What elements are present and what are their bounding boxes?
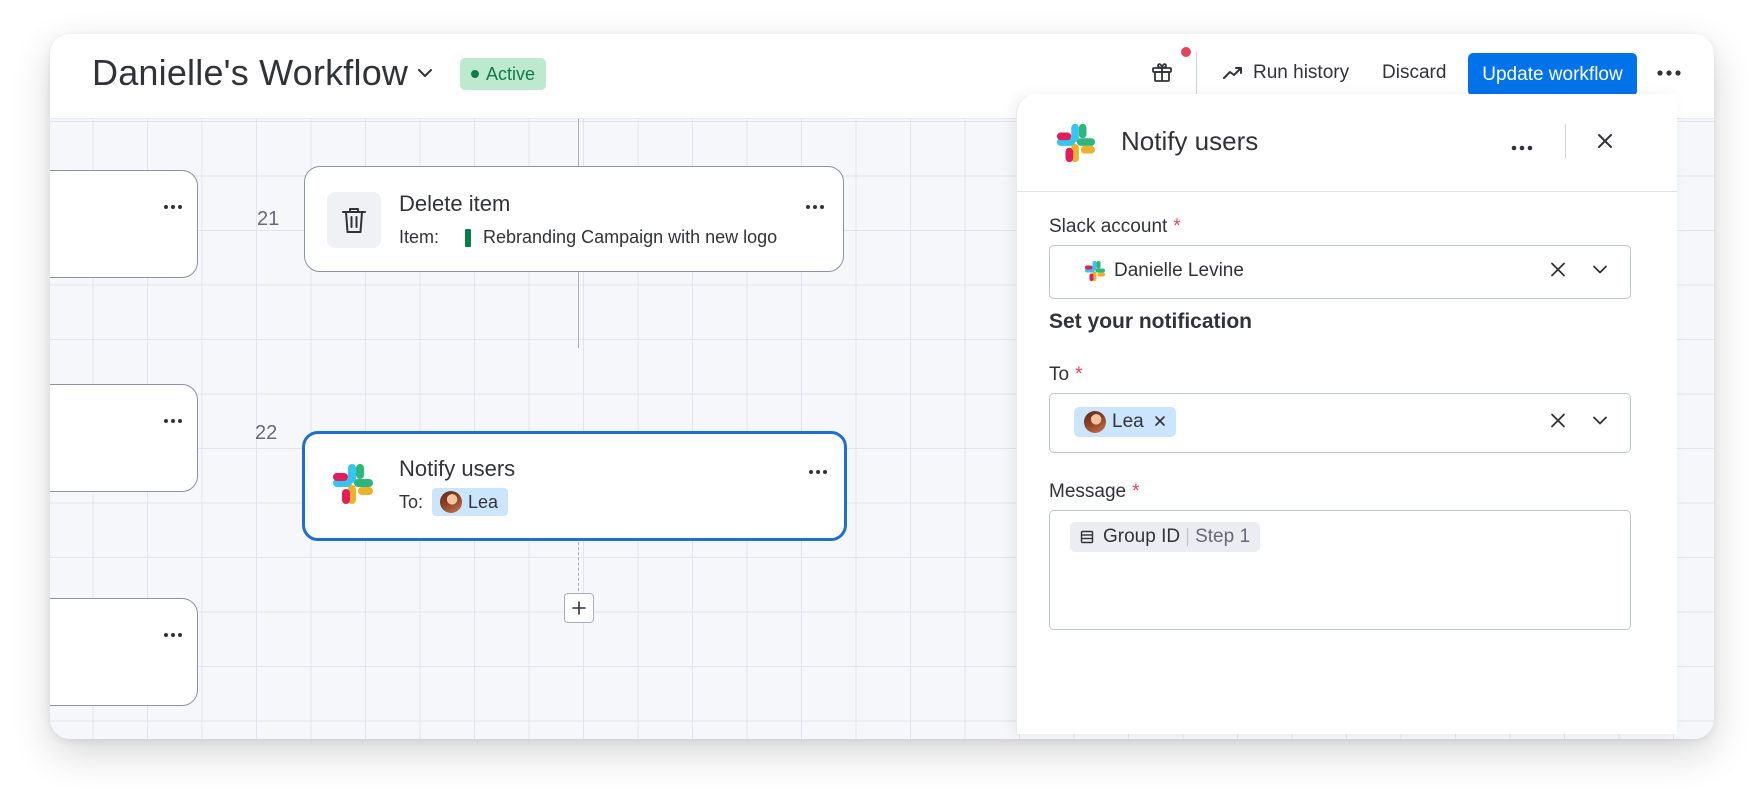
run-history-button[interactable]: Run history — [1222, 62, 1349, 84]
more-icon[interactable] — [805, 197, 825, 215]
node-details: To: Lea — [399, 488, 509, 516]
more-icon[interactable] — [163, 411, 183, 429]
status-label: Active — [486, 63, 536, 84]
avatar — [1084, 411, 1106, 433]
to-label: To: — [399, 491, 424, 512]
gift-icon[interactable] — [1150, 60, 1174, 89]
status-badge: Active — [460, 58, 547, 90]
plus-icon — [572, 601, 586, 615]
message-label: Message * — [1049, 481, 1140, 502]
item-name: Rebranding Campaign with new logo — [483, 227, 778, 247]
recipient-chip: Lea — [1074, 407, 1176, 437]
recipient-name: Lea — [1112, 411, 1144, 432]
more-icon[interactable] — [163, 197, 183, 215]
to-label: To * — [1049, 364, 1083, 385]
discard-button[interactable]: Discard — [1382, 62, 1446, 84]
step-card[interactable] — [50, 384, 198, 492]
status-dot — [471, 70, 479, 78]
notify-users-panel: Notify users Slack account * Danielle Lev… — [1016, 94, 1677, 734]
panel-title: Notify users — [1121, 126, 1259, 156]
node-title: Delete item — [399, 191, 511, 216]
clear-icon[interactable] — [1550, 413, 1566, 434]
slack-icon — [1055, 122, 1097, 169]
step-card[interactable] — [50, 598, 198, 706]
step-number: 22 — [255, 422, 278, 444]
more-icon[interactable] — [808, 462, 828, 480]
to-select[interactable]: Lea — [1049, 393, 1631, 453]
step-number: 21 — [257, 208, 280, 230]
page-title: Danielle's Workflow — [92, 52, 409, 93]
notify-users-node[interactable]: Notify users To: Lea — [302, 431, 847, 541]
message-input[interactable]: Group ID Step 1 — [1049, 510, 1631, 630]
table-icon — [1080, 530, 1094, 544]
more-icon[interactable] — [1656, 64, 1682, 82]
close-icon[interactable] — [1596, 132, 1614, 155]
token-name: Group ID — [1103, 526, 1181, 547]
item-label: Item: — [399, 227, 440, 247]
item-color-bar — [465, 228, 472, 247]
panel-divider — [1565, 124, 1566, 158]
add-step-button[interactable] — [564, 593, 594, 623]
recipient-name: Lea — [468, 491, 499, 512]
delete-item-node[interactable]: Delete item Item: Rebranding Campaign wi… — [304, 166, 844, 272]
account-name: Danielle Levine — [1114, 260, 1244, 281]
slack-icon — [331, 462, 375, 511]
section-heading: Set your notification — [1049, 310, 1253, 333]
slack-account-select[interactable]: Danielle Levine — [1049, 245, 1631, 299]
slack-account-label: Slack account * — [1049, 216, 1181, 237]
token-step: Step 1 — [1195, 526, 1251, 547]
more-icon[interactable] — [163, 625, 183, 643]
chevron-down-icon[interactable] — [416, 64, 434, 87]
trend-icon — [1223, 67, 1242, 79]
node-details: Item: Rebranding Campaign with new logo — [399, 227, 777, 248]
step-card[interactable] — [50, 170, 198, 278]
avatar — [440, 491, 463, 513]
more-icon[interactable] — [1511, 138, 1533, 156]
node-title: Notify users — [399, 456, 516, 481]
token-separator — [1187, 528, 1189, 546]
message-token[interactable]: Group ID Step 1 — [1070, 522, 1261, 552]
update-workflow-button[interactable]: Update workflow — [1468, 53, 1637, 96]
clear-icon[interactable] — [1550, 262, 1566, 283]
header-divider — [1196, 52, 1197, 98]
notification-dot — [1181, 47, 1191, 57]
panel-header: Notify users — [1017, 94, 1677, 192]
chevron-down-icon[interactable] — [1592, 262, 1608, 283]
trash-icon — [327, 192, 381, 248]
recipient-chip: Lea — [432, 488, 509, 516]
selected-account: Danielle Levine — [1084, 260, 1244, 282]
run-history-label: Run history — [1253, 62, 1350, 83]
remove-recipient-icon[interactable] — [1154, 411, 1166, 433]
chevron-down-icon[interactable] — [1592, 413, 1608, 434]
slack-icon — [1085, 261, 1105, 281]
